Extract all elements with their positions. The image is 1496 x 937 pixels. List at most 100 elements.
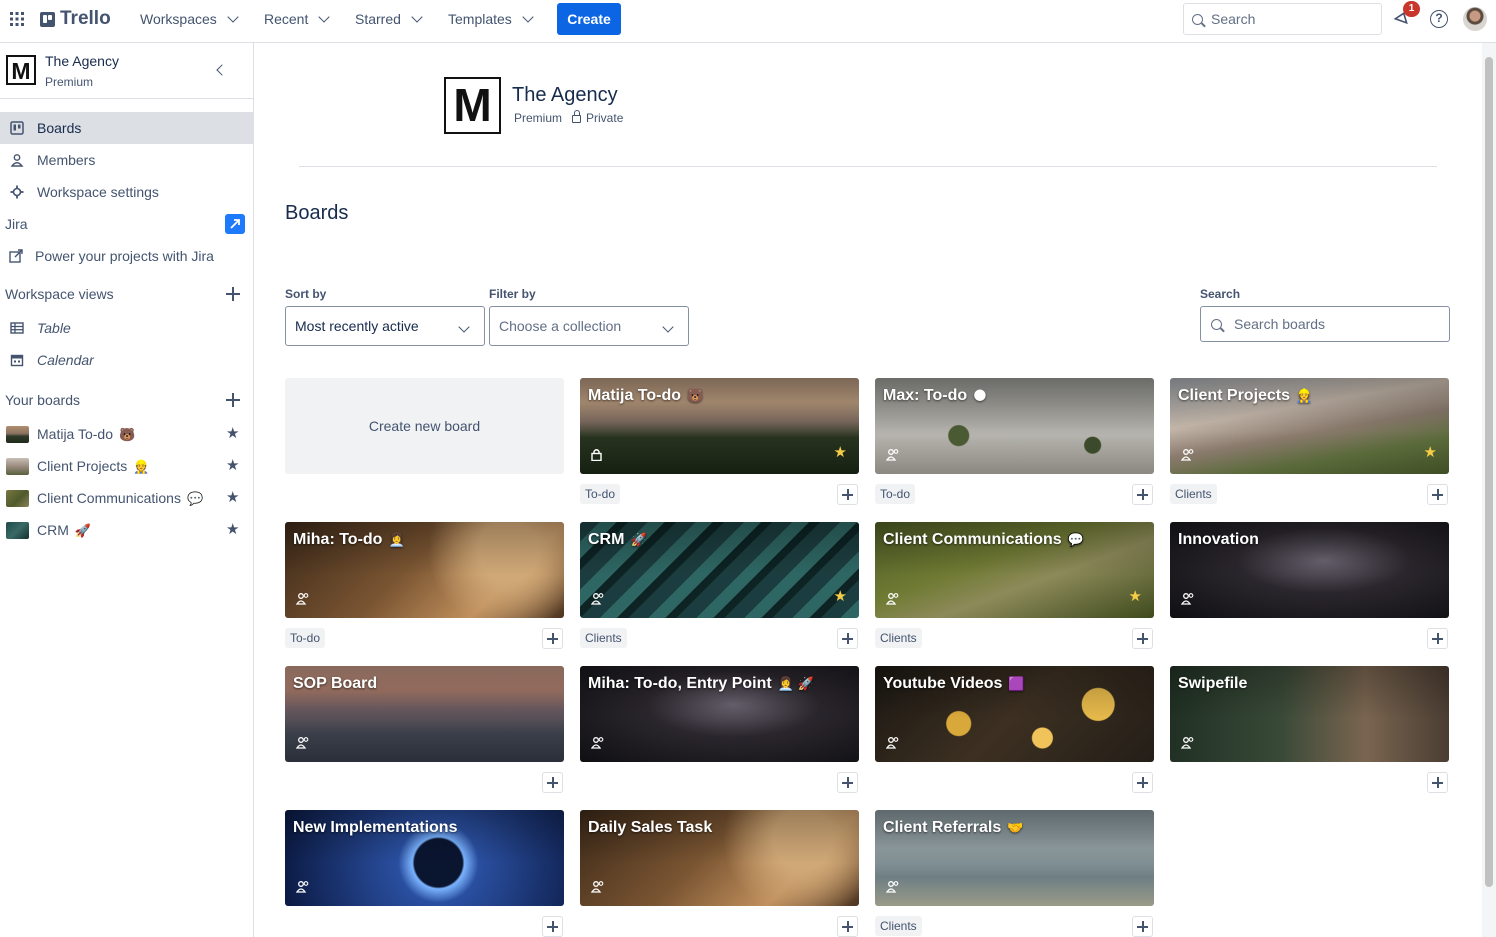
sidebar-board-client-projects[interactable]: Client Projects 👷 ★ bbox=[0, 450, 253, 482]
add-to-collection-button[interactable] bbox=[1427, 484, 1448, 505]
add-to-collection-button[interactable] bbox=[1132, 916, 1153, 937]
star-icon[interactable]: ★ bbox=[834, 589, 847, 604]
add-to-collection-button[interactable] bbox=[542, 772, 563, 793]
sidebar-board-crm[interactable]: CRM 🚀 ★ bbox=[0, 514, 253, 546]
sidebar-item-boards[interactable]: Boards bbox=[0, 112, 253, 144]
board-tile-youtube-videos[interactable]: Youtube Videos 🟪 bbox=[875, 666, 1154, 762]
person-icon bbox=[10, 154, 24, 167]
collection-tag[interactable]: To-do bbox=[285, 628, 326, 648]
scrollbar-thumb[interactable] bbox=[1485, 57, 1493, 887]
board-icon bbox=[10, 121, 24, 135]
help-icon[interactable]: ? bbox=[1430, 10, 1448, 28]
star-icon[interactable]: ★ bbox=[226, 490, 240, 505]
page-scrollbar[interactable] bbox=[1482, 43, 1496, 937]
add-to-collection-button[interactable] bbox=[837, 916, 858, 937]
workspace-name[interactable]: The Agency bbox=[45, 53, 119, 69]
star-icon[interactable]: ★ bbox=[226, 522, 240, 537]
workspace-title: The Agency bbox=[512, 84, 618, 106]
star-icon[interactable]: ★ bbox=[1424, 445, 1437, 460]
recent-menu[interactable]: Recent bbox=[264, 0, 331, 38]
collection-tag[interactable]: To-do bbox=[580, 484, 621, 504]
add-to-collection-button[interactable] bbox=[542, 628, 563, 649]
chevron-down-icon bbox=[318, 11, 331, 23]
collection-tag[interactable]: Clients bbox=[1170, 484, 1217, 504]
workspace-views-heading: Workspace views bbox=[5, 286, 114, 302]
sort-select-value: Most recently active bbox=[295, 318, 419, 334]
sidebar-item-members[interactable]: Members bbox=[0, 144, 253, 176]
workspace-visibility-icon bbox=[590, 736, 604, 749]
board-tile-title: Client Referrals 🤝 bbox=[883, 819, 1024, 836]
collection-filter-select[interactable]: Choose a collection bbox=[489, 306, 689, 346]
board-tile-crm[interactable]: CRM 🚀 ★ bbox=[580, 522, 859, 618]
create-button[interactable]: Create bbox=[557, 3, 621, 35]
add-to-collection-button[interactable] bbox=[1427, 772, 1448, 793]
add-to-collection-button[interactable] bbox=[837, 772, 858, 793]
collection-tag[interactable]: Clients bbox=[875, 916, 922, 936]
workspaces-menu[interactable]: Workspaces bbox=[140, 0, 239, 38]
chevron-down-icon bbox=[227, 11, 239, 23]
add-to-collection-button[interactable] bbox=[837, 628, 858, 649]
global-search-input[interactable]: Search bbox=[1183, 3, 1382, 35]
sort-label: Sort by bbox=[285, 287, 327, 301]
account-avatar[interactable] bbox=[1463, 7, 1487, 31]
starred-menu[interactable]: Starred bbox=[355, 0, 423, 38]
board-thumbnail bbox=[6, 521, 29, 539]
sidebar-board-matija-to-do[interactable]: Matija To-do 🐻 ★ bbox=[0, 418, 253, 450]
workspace-visibility-icon bbox=[295, 592, 309, 605]
board-tile-innovation[interactable]: Innovation bbox=[1170, 522, 1449, 618]
workspace-plan-label: Premium bbox=[514, 111, 563, 125]
add-board-plus-icon[interactable] bbox=[226, 393, 240, 407]
star-icon[interactable]: ★ bbox=[226, 458, 240, 473]
add-to-collection-button[interactable] bbox=[1132, 772, 1153, 793]
lock-icon bbox=[572, 110, 582, 123]
board-tile-sop-board[interactable]: SOP Board bbox=[285, 666, 564, 762]
board-tile-swipefile[interactable]: Swipefile bbox=[1170, 666, 1449, 762]
templates-menu[interactable]: Templates bbox=[448, 0, 534, 38]
board-tile-matija-to-do[interactable]: Matija To-do 🐻 ★ bbox=[580, 378, 859, 474]
sidebar-board-label: CRM 🚀 bbox=[37, 521, 92, 538]
add-to-collection-button[interactable] bbox=[1132, 484, 1153, 505]
search-boards-placeholder: Search boards bbox=[1234, 316, 1326, 332]
sidebar-item-workspace-settings[interactable]: Workspace settings bbox=[0, 176, 253, 208]
collection-tag[interactable]: Clients bbox=[580, 628, 627, 648]
workspace-visibility-icon bbox=[590, 592, 604, 605]
board-tile-client-referrals[interactable]: Client Referrals 🤝 bbox=[875, 810, 1154, 906]
trello-logo[interactable]: Trello bbox=[40, 0, 111, 38]
collection-tag[interactable]: To-do bbox=[875, 484, 916, 504]
board-tile-daily-sales-task[interactable]: Daily Sales Task bbox=[580, 810, 859, 906]
chevron-down-icon bbox=[662, 321, 674, 333]
add-to-collection-button[interactable] bbox=[1427, 628, 1448, 649]
workspace-visibility: Private bbox=[572, 110, 623, 125]
sidebar-board-label: Client Communications 💬 bbox=[37, 489, 204, 506]
board-tile-miha-to-do-entry-point[interactable]: Miha: To-do, Entry Point 👩‍💼 🚀 bbox=[580, 666, 859, 762]
external-link-icon bbox=[9, 249, 23, 263]
search-boards-input[interactable]: Search boards bbox=[1200, 306, 1450, 342]
star-icon[interactable]: ★ bbox=[834, 445, 847, 460]
header-divider bbox=[299, 166, 1437, 167]
sort-select[interactable]: Most recently active bbox=[285, 306, 485, 346]
sidebar-board-client-communications[interactable]: Client Communications 💬 ★ bbox=[0, 482, 253, 514]
star-icon[interactable]: ★ bbox=[226, 426, 240, 441]
collection-tag[interactable]: Clients bbox=[875, 628, 922, 648]
apps-switcher-icon[interactable] bbox=[10, 0, 26, 38]
sidebar-item-calendar[interactable]: Calendar bbox=[0, 344, 253, 376]
board-tile-client-projects[interactable]: Client Projects 👷 ★ bbox=[1170, 378, 1449, 474]
board-tile-client-communications[interactable]: Client Communications 💬 ★ bbox=[875, 522, 1154, 618]
add-view-plus-icon[interactable] bbox=[226, 287, 240, 301]
board-tile-new-implementations[interactable]: New Implementations bbox=[285, 810, 564, 906]
add-to-collection-button[interactable] bbox=[1132, 628, 1153, 649]
sidebar-item-table[interactable]: Table bbox=[0, 312, 253, 344]
add-to-collection-button[interactable] bbox=[837, 484, 858, 505]
trello-logo-text: Trello bbox=[60, 8, 111, 29]
power-with-jira-link[interactable]: Power your projects with Jira bbox=[0, 240, 253, 272]
board-tile-miha-to-do[interactable]: Miha: To-do 👩‍💼 bbox=[285, 522, 564, 618]
create-new-board-tile[interactable]: Create new board bbox=[285, 378, 564, 474]
collapse-sidebar-icon[interactable] bbox=[216, 64, 228, 76]
trello-logo-icon bbox=[40, 11, 55, 27]
sidebar-item-label: Workspace settings bbox=[37, 184, 159, 200]
jira-icon[interactable] bbox=[225, 214, 245, 234]
board-tile-max-to-do[interactable]: Max: To-do 🌑 bbox=[875, 378, 1154, 474]
workspaces-menu-label: Workspaces bbox=[140, 11, 217, 27]
star-icon[interactable]: ★ bbox=[1129, 589, 1142, 604]
add-to-collection-button[interactable] bbox=[542, 916, 563, 937]
